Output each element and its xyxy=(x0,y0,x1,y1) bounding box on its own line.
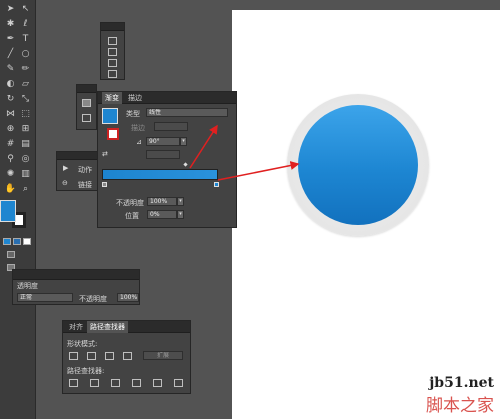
watermark-brand: 脚本之家 xyxy=(426,396,494,416)
unite-icon[interactable] xyxy=(69,352,78,360)
midpoint-diamond-icon[interactable] xyxy=(183,162,188,167)
circle-gradient-fill[interactable] xyxy=(298,105,418,225)
action-label[interactable]: 动作 xyxy=(78,165,92,175)
draw-mode-icon[interactable] xyxy=(7,251,15,258)
tab-gradient[interactable]: 渐变 xyxy=(102,92,122,104)
color-mode-icon[interactable] xyxy=(3,238,11,245)
shape-modes-label: 形状模式: xyxy=(67,340,98,348)
position-label: 位置 xyxy=(125,212,139,220)
selection-tool-icon[interactable]: ➤ xyxy=(4,4,17,15)
scale-icon[interactable]: ⤡ xyxy=(19,94,32,105)
link-label[interactable]: 链接 xyxy=(78,180,92,190)
gradient-swatch[interactable] xyxy=(102,108,118,124)
play-icon[interactable]: ▶ xyxy=(63,164,68,172)
trim-icon[interactable] xyxy=(90,379,99,387)
transparency-opacity-label: 不透明度 xyxy=(79,295,107,303)
line-icon[interactable]: ╱ xyxy=(4,49,17,60)
minus-back-icon[interactable] xyxy=(174,379,183,387)
gradient-stop-end[interactable] xyxy=(214,182,219,187)
exclude-icon[interactable] xyxy=(123,352,132,360)
layers-panel-icon[interactable] xyxy=(108,70,117,78)
tools-panel: ➤ ↖ ✱ ℓ ✒ T ╱ ○ ✎ ✏ ◐ ▱ ↻ ⤡ ⋈ ⬚ ⊕ ⊞ # ▤ … xyxy=(0,0,36,419)
magic-wand-icon[interactable]: ✱ xyxy=(4,19,17,30)
expand-button[interactable]: 扩展 xyxy=(143,351,183,360)
reverse-gradient-icon[interactable]: ⇄ xyxy=(102,150,108,158)
gradient-panel: 渐变 描边 类型 线性 描边 ⊿ 90° ▾ ⇄ 不透明度 100% ▾ 位置 … xyxy=(97,91,237,228)
divide-icon[interactable] xyxy=(69,379,78,387)
tab-align[interactable]: 对齐 xyxy=(66,321,86,333)
blob-brush-icon[interactable]: ◐ xyxy=(4,79,17,90)
position-dropdown[interactable]: ▾ xyxy=(177,210,184,219)
symbol-sprayer-icon[interactable]: ✺ xyxy=(4,169,17,180)
gradient-icon[interactable]: ▤ xyxy=(19,139,32,150)
shape-builder-icon[interactable]: ⊕ xyxy=(4,124,17,135)
lasso-icon[interactable]: ℓ xyxy=(19,19,32,30)
stroke-label: 描边 xyxy=(131,124,145,132)
pathfinders-label: 路径查找器: xyxy=(67,367,105,375)
blend-icon[interactable]: ◎ xyxy=(19,154,32,165)
rotate-icon[interactable]: ↻ xyxy=(4,94,17,105)
opacity-label: 不透明度 xyxy=(116,199,144,207)
stroke-gradient-swatch[interactable] xyxy=(107,128,119,140)
perspective-icon[interactable]: ⊞ xyxy=(19,124,32,135)
appearance-panel-icon[interactable] xyxy=(82,99,91,107)
hand-icon[interactable]: ✋ xyxy=(4,184,17,195)
width-icon[interactable]: ⋈ xyxy=(4,109,17,120)
intersect-icon[interactable] xyxy=(105,352,114,360)
link-icon[interactable]: ⊖ xyxy=(62,179,68,187)
direct-selection-tool-icon[interactable]: ↖ xyxy=(19,4,32,15)
transparency-title: 透明度 xyxy=(17,282,38,290)
collapsed-panel-strip xyxy=(100,22,125,80)
fill-swatch[interactable] xyxy=(0,200,16,222)
pencil-icon[interactable]: ✏ xyxy=(19,64,32,75)
type-select[interactable]: 线性 xyxy=(146,108,228,117)
transparency-opacity-field[interactable]: 100% xyxy=(117,293,139,302)
minus-front-icon[interactable] xyxy=(87,352,96,360)
eyedropper-icon[interactable]: ⚲ xyxy=(4,154,17,165)
pathfinder-panel: 对齐 路径查找器 形状模式: 扩展 路径查找器: xyxy=(62,320,191,394)
symbols-panel-icon[interactable] xyxy=(108,48,117,56)
type-icon[interactable]: T xyxy=(19,34,32,45)
gradient-mode-icon[interactable] xyxy=(13,238,21,245)
tab-stroke[interactable]: 描边 xyxy=(125,92,145,104)
none-mode-icon[interactable] xyxy=(23,238,31,245)
mesh-icon[interactable]: # xyxy=(4,139,17,150)
opacity-field[interactable]: 100% xyxy=(147,197,177,206)
graph-icon[interactable]: ▥ xyxy=(19,169,32,180)
angle-icon: ⊿ xyxy=(136,138,142,146)
tab-pathfinder[interactable]: 路径查找器 xyxy=(87,321,128,333)
watermark: jb51.net 脚本之家 xyxy=(426,375,494,416)
type-label: 类型 xyxy=(126,110,140,118)
zoom-icon[interactable]: ⌕ xyxy=(19,184,32,195)
merge-icon[interactable] xyxy=(111,379,120,387)
gradient-slider[interactable] xyxy=(102,169,218,180)
blend-mode-select[interactable]: 正常 xyxy=(17,293,73,302)
angle-field[interactable]: 90° xyxy=(146,137,180,146)
rectangle-icon[interactable]: ○ xyxy=(19,49,32,60)
collapsed-panel-strip-2 xyxy=(76,84,97,130)
paintbrush-icon[interactable]: ✎ xyxy=(4,64,17,75)
transparency-panel: 透明度 正常 不透明度 100% xyxy=(12,269,140,305)
free-transform-icon[interactable]: ⬚ xyxy=(19,109,32,120)
aspect-ratio-field[interactable] xyxy=(146,150,180,159)
opacity-dropdown[interactable]: ▾ xyxy=(177,197,184,206)
pen-icon[interactable]: ✒ xyxy=(4,34,17,45)
actions-panel: ▶ 动作 ⊖ 链接 xyxy=(56,151,98,191)
position-field[interactable]: 0% xyxy=(147,210,177,219)
gradient-stop-start[interactable] xyxy=(102,182,107,187)
graphic-styles-icon[interactable] xyxy=(108,59,117,67)
outline-icon[interactable] xyxy=(153,379,162,387)
stroke-options[interactable] xyxy=(154,122,188,131)
menu-lines-icon[interactable] xyxy=(82,114,91,122)
watermark-site: jb51.net xyxy=(429,375,494,391)
brush-panel-icon[interactable] xyxy=(108,37,117,45)
angle-dropdown[interactable]: ▾ xyxy=(180,137,187,146)
eraser-icon[interactable]: ▱ xyxy=(19,79,32,90)
crop-icon[interactable] xyxy=(132,379,141,387)
